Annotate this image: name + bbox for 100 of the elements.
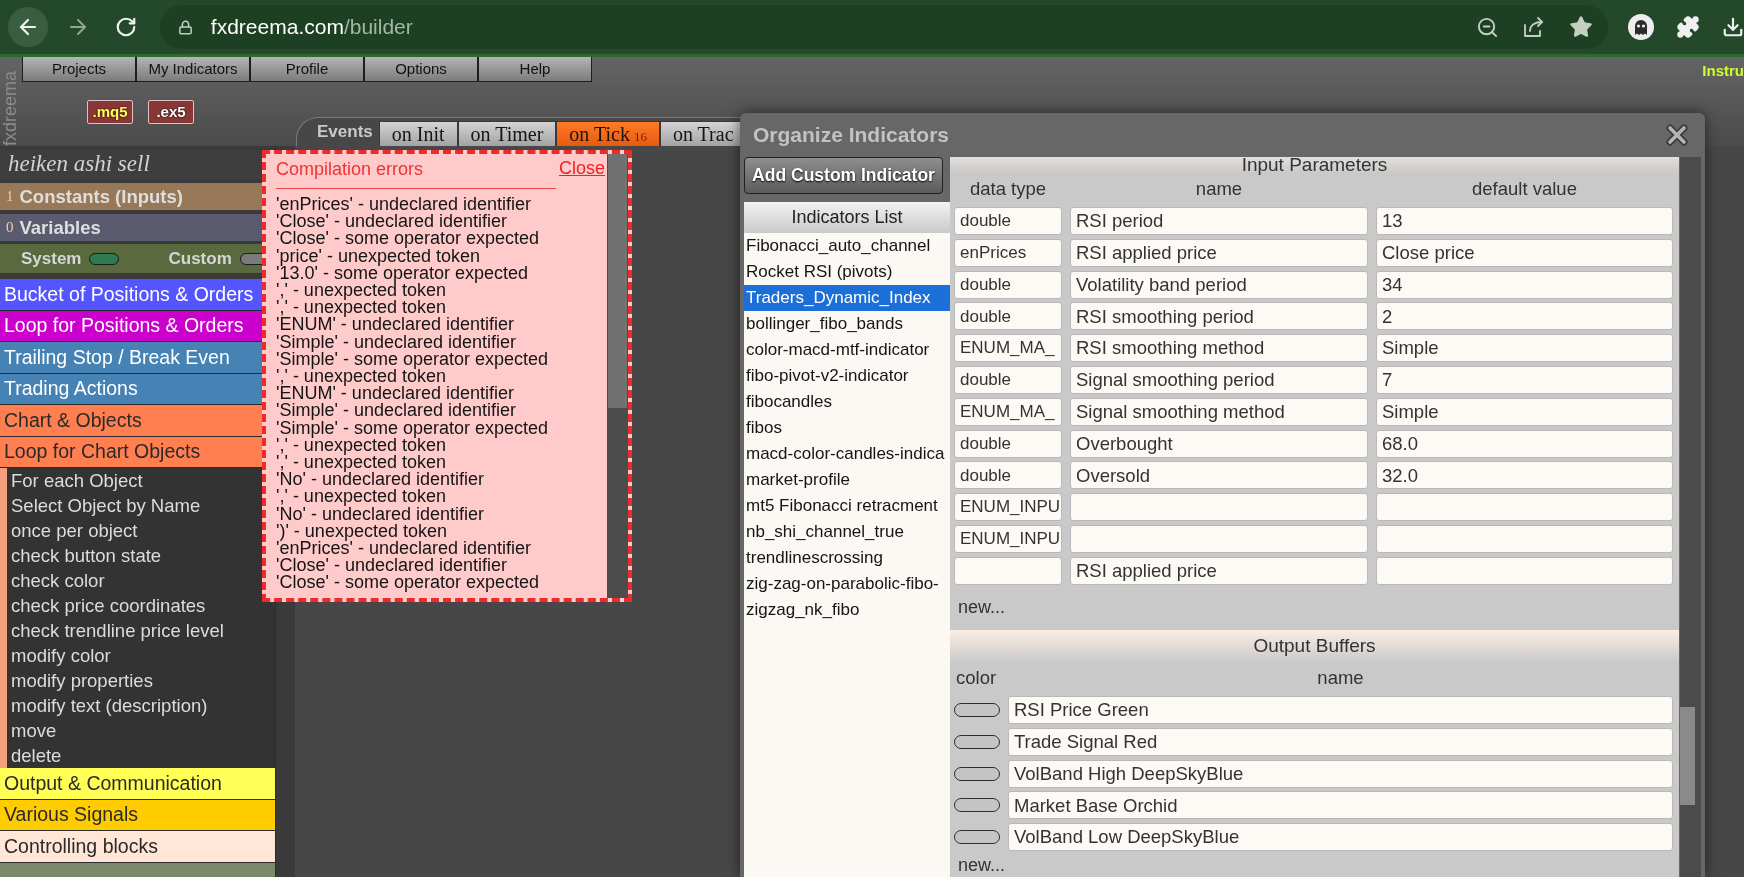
event-tab[interactable]: on Tick 16 [556,121,660,146]
error-message: 'Close' - some operator expected [276,574,540,592]
indicator-item[interactable]: trendlinescrossing [744,545,950,571]
file-badge[interactable]: .ex5 [148,100,194,124]
default-value-field[interactable]: Simple [1376,334,1673,363]
data-type-field[interactable]: double [954,270,1062,299]
default-value-field[interactable] [1376,493,1673,522]
category-item[interactable]: Various Signals [0,799,275,831]
param-name-field[interactable]: RSI smoothing period [1070,302,1368,331]
default-value-field[interactable]: 7 [1376,366,1673,394]
scrollbar-thumb[interactable] [608,154,627,408]
default-value-field[interactable]: Simple [1376,397,1673,426]
data-type-field[interactable]: ENUM_INPU [954,524,1062,553]
indicator-item[interactable]: mt5 Fibonacci retracment [744,493,950,519]
param-name-field[interactable]: RSI applied price [1070,238,1368,267]
block-item[interactable]: modify text (description) [7,693,275,718]
data-type-field[interactable]: double [954,207,1062,235]
event-tab[interactable]: on Init [378,121,458,146]
indicator-item[interactable]: color-macd-mtf-indicator [744,337,950,363]
lock-icon [177,19,193,35]
data-type-field[interactable]: enPrices [954,238,1062,267]
category-item[interactable]: Controlling blocks [0,831,275,863]
indicator-item[interactable]: fibos [744,415,950,441]
indicator-item[interactable]: fibo-pivot-v2-indicator [744,363,950,389]
block-item[interactable]: modify properties [7,668,275,693]
color-swatch[interactable] [954,702,1000,717]
url-text: fxdreema.com/builder [210,14,413,41]
toggle-switch[interactable] [89,252,120,265]
data-type-field[interactable]: double [954,302,1062,331]
close-icon[interactable] [1666,124,1688,146]
default-value-field[interactable]: 2 [1376,302,1673,331]
default-value-field[interactable] [1376,524,1673,553]
default-value-field[interactable]: 34 [1376,270,1673,299]
new-link[interactable]: new... [958,595,1006,618]
ghost-extension-icon[interactable] [1628,14,1654,40]
param-name-field[interactable]: Signal smoothing method [1070,397,1368,426]
indicator-item[interactable]: fibocandles [744,389,950,415]
param-name-field[interactable]: Oversold [1070,461,1368,490]
category-item[interactable]: Output & Communication [0,768,275,800]
block-item[interactable]: check price coordinates [7,593,275,618]
download-icon[interactable] [1722,16,1744,38]
param-name-field[interactable]: RSI applied price [1070,556,1368,585]
default-value-field[interactable]: 68.0 [1376,429,1673,458]
back-button[interactable] [8,7,48,47]
indicator-item[interactable]: Traders_Dynamic_Index [744,285,950,311]
block-item[interactable]: move [7,718,275,743]
data-type-field[interactable]: double [954,366,1062,394]
param-name-field[interactable]: RSI smoothing method [1070,334,1368,363]
default-value-field[interactable]: Close price [1376,238,1673,267]
menu-button[interactable]: Options [364,57,478,82]
data-type-field[interactable]: ENUM_MA_ [954,334,1062,363]
scrollbar-thumb[interactable] [1680,707,1695,805]
param-name-field[interactable] [1070,524,1368,553]
block-item[interactable]: delete [7,743,275,768]
share-icon[interactable] [1523,16,1545,38]
zoom-out-icon[interactable] [1476,15,1499,39]
data-type-field[interactable]: double [954,461,1062,490]
data-type-field[interactable]: ENUM_MA_ [954,397,1062,426]
file-badge[interactable]: .mq5 [87,100,133,124]
menu-button[interactable]: Projects [22,57,136,82]
indicator-item[interactable]: Fibonacci_auto_channel [744,233,950,259]
star-icon[interactable] [1569,15,1593,39]
indicator-item[interactable]: zig-zag-on-parabolic-fibo- [744,571,950,597]
header-link[interactable]: Instru [1702,57,1744,83]
extensions-icon[interactable] [1676,15,1700,39]
data-type-field[interactable]: double [954,429,1062,458]
param-name-field[interactable]: Signal smoothing period [1070,366,1368,394]
menu-button[interactable]: Profile [250,57,364,82]
buffer-name-field[interactable]: VolBand Low DeepSkyBlue [1008,823,1673,852]
param-name-field[interactable] [1070,493,1368,522]
event-tab[interactable]: on Timer [457,121,557,146]
buffer-name-field[interactable]: RSI Price Green [1008,695,1673,724]
data-type-field[interactable]: ENUM_INPU [954,493,1062,522]
indicator-item[interactable]: bollinger_fibo_bands [744,311,950,337]
address-bar[interactable]: fxdreema.com/builder [159,5,1608,49]
indicator-item[interactable]: market-profile [744,467,950,493]
default-value-field[interactable]: 32.0 [1376,461,1673,490]
block-item[interactable]: check trendline price level [7,618,275,643]
color-swatch[interactable] [954,798,1000,813]
data-type-field[interactable] [954,556,1062,585]
menu-button[interactable]: Help [478,57,592,82]
default-value-field[interactable]: 13 [1376,207,1673,235]
default-value-field[interactable] [1376,556,1673,585]
param-name-field[interactable]: Overbought [1070,429,1368,458]
menu-button[interactable]: My Indicators [136,57,250,82]
buffer-name-field[interactable]: Trade Signal Red [1008,727,1673,756]
color-swatch[interactable] [954,830,1000,845]
param-name-field[interactable]: Volatility band period [1070,270,1368,299]
color-swatch[interactable] [954,734,1000,749]
indicator-item[interactable]: zigzag_nk_fibo [744,597,950,623]
indicator-item[interactable]: macd-color-candles-indica [744,441,950,467]
buffer-name-field[interactable]: VolBand High DeepSkyBlue [1008,759,1673,788]
indicator-item[interactable]: Rocket RSI (pivots) [744,259,950,285]
buffer-name-field[interactable]: Market Base Orchid [1008,791,1673,820]
param-name-field[interactable]: RSI period [1070,207,1368,235]
block-item[interactable]: modify color [7,643,275,668]
indicator-item[interactable]: nb_shi_channel_true [744,519,950,545]
add-indicator-button[interactable]: Add Custom Indicator [744,157,943,194]
new-link[interactable]: new... [958,856,1006,876]
color-swatch[interactable] [954,766,1000,781]
